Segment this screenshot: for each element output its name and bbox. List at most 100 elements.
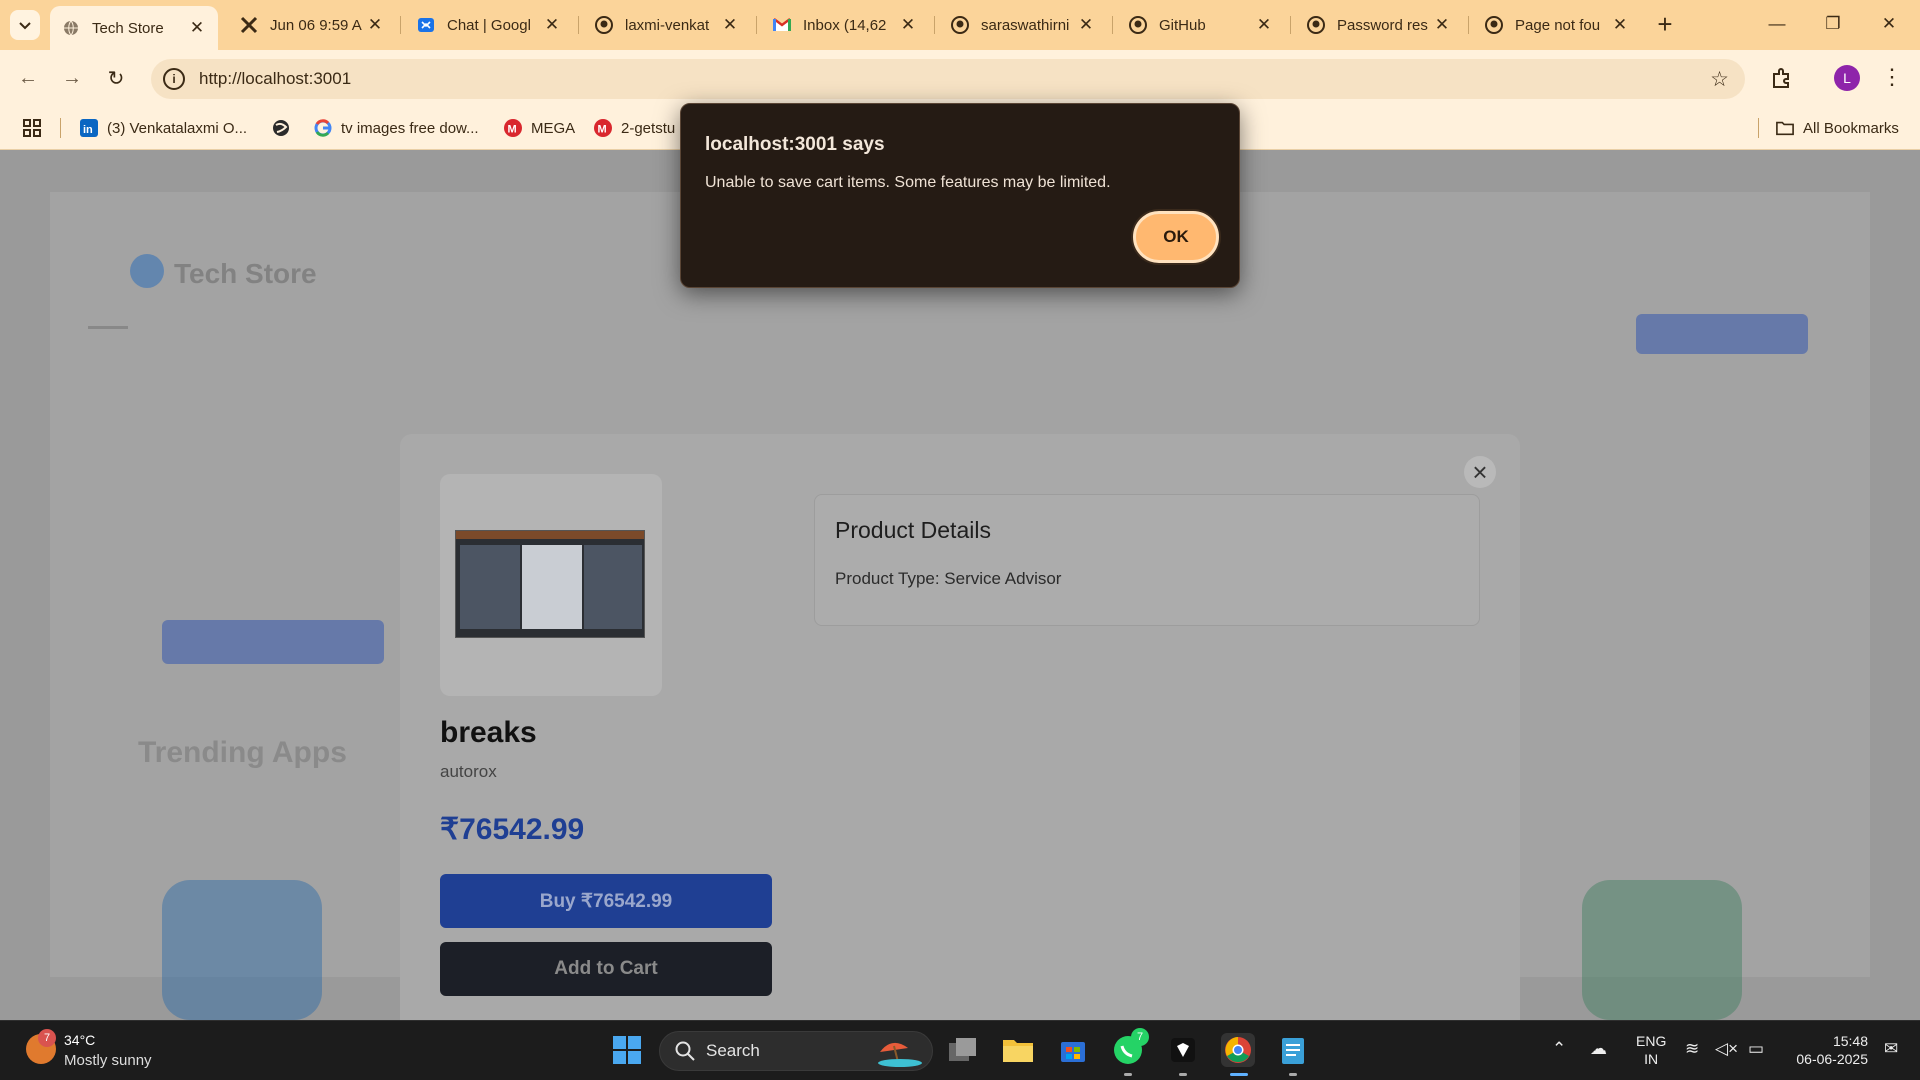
back-button[interactable]: ← [12, 62, 44, 94]
tab-gmail-inbox[interactable]: Inbox (14,62 ✕ [761, 6, 929, 44]
browser-menu-button[interactable]: ⋮ [1880, 62, 1904, 94]
notepad-icon [1282, 1038, 1304, 1064]
tab-github-laxmi[interactable]: laxmi-venkat ✕ [583, 6, 751, 44]
tab-search-button[interactable] [10, 10, 40, 40]
close-tab-icon[interactable]: ✕ [899, 16, 917, 34]
mega-icon: M [504, 119, 522, 137]
bookmark-label: tv images free dow... [341, 119, 479, 137]
reload-button[interactable]: ↻ [100, 62, 132, 94]
tab-password-reset[interactable]: Password res ✕ [1295, 6, 1463, 44]
beach-umbrella-icon [878, 1042, 922, 1067]
tab-github[interactable]: GitHub ✕ [1117, 6, 1285, 44]
forward-button[interactable]: → [56, 62, 88, 94]
onedrive-icon[interactable]: ☁ [1590, 1039, 1607, 1059]
tab-tech-store[interactable]: Tech Store ✕ [50, 6, 218, 50]
chevron-down-icon [19, 22, 31, 30]
tab-title: saraswathirni [981, 16, 1070, 34]
close-tab-icon[interactable]: ✕ [543, 16, 561, 34]
all-bookmarks-label: All Bookmarks [1803, 119, 1899, 137]
wifi-icon[interactable]: ≋ [1685, 1039, 1699, 1059]
url-text[interactable]: http://localhost:3001 [199, 69, 351, 89]
region-code: IN [1644, 1051, 1659, 1067]
chrome-button[interactable] [1221, 1033, 1255, 1067]
tab-github-saraswathi[interactable]: saraswathirni ✕ [939, 6, 1107, 44]
puzzle-icon [1773, 68, 1789, 88]
close-icon: × [1472, 457, 1488, 487]
bookmark-getstu[interactable]: M 2-getstu [594, 117, 675, 139]
bookmark-label: 2-getstu [621, 119, 676, 137]
battery-icon[interactable]: ▭ [1748, 1039, 1764, 1059]
close-tab-icon[interactable]: ✕ [721, 16, 739, 34]
tab-schedule[interactable]: Jun 06 9:59 A ✕ [228, 6, 396, 44]
file-explorer-button[interactable] [1001, 1033, 1035, 1067]
bookmark-star-icon[interactable]: ☆ [1710, 67, 1729, 92]
section-title: Trending Apps [138, 736, 347, 769]
svg-text:M: M [508, 124, 517, 136]
reload-icon: ↻ [107, 67, 125, 90]
app-icon [1171, 1038, 1195, 1062]
arrow-left-icon: ← [18, 66, 38, 89]
alert-title: localhost:3001 says [705, 134, 885, 155]
tab-title: GitHub [1159, 16, 1206, 34]
tab-page-not-found[interactable]: Page not fou ✕ [1473, 6, 1641, 44]
bookmark-mega[interactable]: M MEGA [504, 117, 575, 139]
address-bar[interactable]: i http://localhost:3001 ☆ [151, 59, 1745, 99]
github-icon [951, 16, 969, 34]
apps-button[interactable] [22, 117, 42, 139]
bookmark-web[interactable] [272, 117, 299, 139]
alert-ok-button[interactable]: OK [1133, 211, 1219, 263]
buy-button[interactable]: Buy ₹76542.99 [440, 874, 772, 928]
close-window-button[interactable]: ✕ [1866, 8, 1912, 40]
minimize-button[interactable]: ― [1754, 8, 1800, 40]
close-tab-icon[interactable]: ✕ [1611, 16, 1629, 34]
show-hidden-icons-button[interactable]: ⌃ [1552, 1039, 1566, 1059]
tab-separator [1112, 16, 1113, 34]
task-view-button[interactable] [946, 1033, 980, 1067]
extensions-button[interactable] [1766, 62, 1798, 94]
close-tab-icon[interactable]: ✕ [188, 19, 206, 37]
system-clock[interactable]: 15:48 06-06-2025 [1786, 1032, 1868, 1068]
notification-bell-icon[interactable]: ✉ [1884, 1039, 1898, 1059]
tab-google-chat[interactable]: Chat | Googl ✕ [405, 6, 573, 44]
all-bookmarks-button[interactable]: All Bookmarks [1776, 117, 1899, 139]
github-icon [595, 16, 613, 34]
tab-separator [1290, 16, 1291, 34]
new-tab-button[interactable]: + [1651, 11, 1679, 39]
terminal-app-button[interactable] [1166, 1033, 1200, 1067]
start-button[interactable] [610, 1033, 644, 1067]
site-info-icon[interactable]: i [163, 68, 185, 90]
close-tab-icon[interactable]: ✕ [1433, 16, 1451, 34]
bookmark-separator [1758, 118, 1759, 138]
google-icon [314, 119, 332, 137]
store-icon [1061, 1042, 1085, 1062]
bookmark-linkedin[interactable]: in (3) Venkatalaxmi O... [80, 117, 247, 139]
app-tile-chatgpt [1582, 880, 1742, 1020]
chrome-icon [1225, 1037, 1251, 1063]
store-app-button[interactable] [1056, 1033, 1090, 1067]
tab-title: Chat | Googl [447, 16, 531, 34]
taskbar-search[interactable]: Search [659, 1031, 933, 1071]
tab-separator [1468, 16, 1469, 34]
tab-separator [578, 16, 579, 34]
svg-text:M: M [598, 124, 607, 136]
product-name: breaks [440, 716, 537, 749]
product-modal: × breaks autorox ₹76542.99 Buy ₹76542.99… [400, 434, 1520, 1020]
close-tab-icon[interactable]: ✕ [1077, 16, 1095, 34]
language-indicator[interactable]: ENG IN [1636, 1032, 1666, 1068]
chat-icon [417, 16, 435, 34]
search-label: Search [706, 1041, 760, 1060]
speaker-muted-icon[interactable]: ◁× [1715, 1039, 1738, 1059]
notepad-button[interactable] [1276, 1033, 1310, 1067]
close-tab-icon[interactable]: ✕ [1255, 16, 1273, 34]
weather-temperature[interactable]: 34°C [64, 1032, 95, 1048]
restore-button[interactable]: ❐ [1810, 8, 1856, 40]
search-icon [675, 1041, 695, 1061]
weather-description[interactable]: Mostly sunny [64, 1052, 152, 1069]
add-to-cart-button[interactable]: Add to Cart [440, 942, 772, 996]
weather-badge: 7 [38, 1029, 56, 1047]
close-tab-icon[interactable]: ✕ [366, 16, 384, 34]
modal-close-button[interactable]: × [1464, 456, 1496, 488]
github-icon [1485, 16, 1503, 34]
profile-avatar[interactable]: L [1834, 65, 1860, 91]
bookmark-tv-images[interactable]: tv images free dow... [314, 117, 479, 139]
